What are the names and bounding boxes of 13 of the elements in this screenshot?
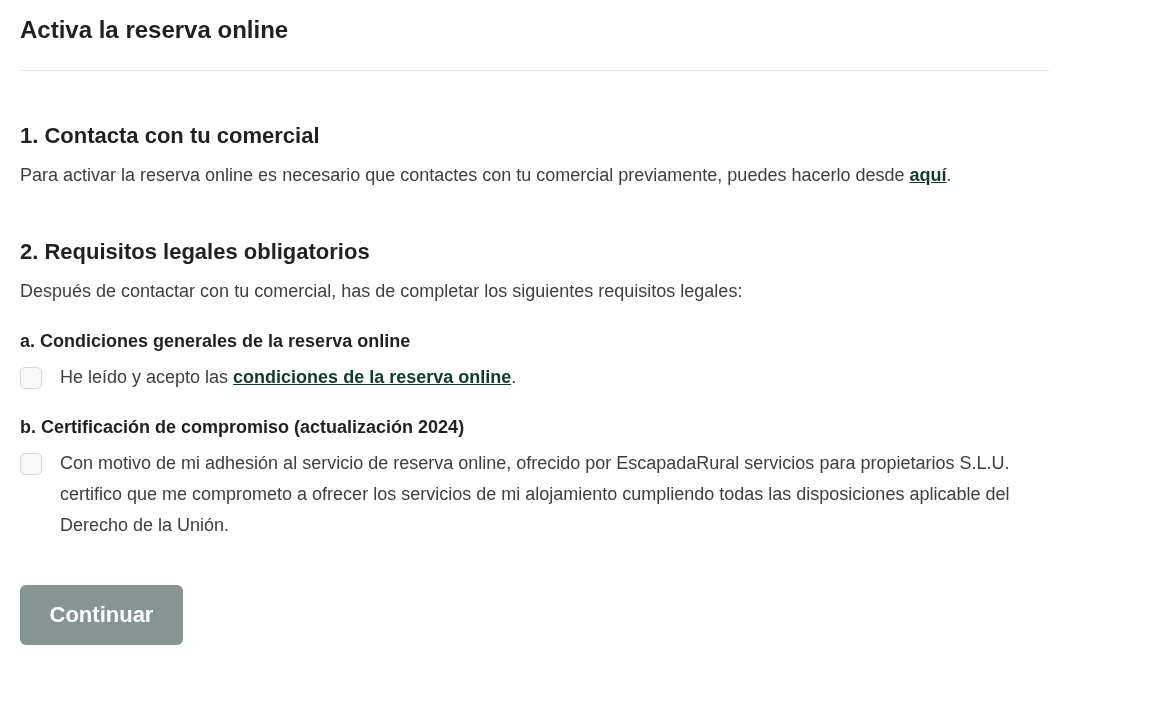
contact-link[interactable]: aquí	[909, 165, 947, 185]
intro-text: Después de contactar con tu comercial, has de completar los siguientes requisitos legales:	[20, 280, 744, 303]
requirement-heading: b. Certificación de compromiso (actualización 2024)	[20, 417, 466, 438]
section-heading: 1. Contacta con tu comercial	[20, 123, 321, 149]
checkbox[interactable]	[20, 453, 42, 475]
section-heading: 2. Requisitos legales obligatorios	[20, 239, 371, 265]
instruction-text: Para activar la reserva online es necesario que contactes con tu comercial previamente, puedes hacerlo desde aquí.	[20, 164, 953, 187]
checkbox[interactable]	[20, 367, 42, 389]
requirement-heading: a. Condiciones generales de la reserva online	[20, 331, 412, 352]
checkbox-label: Con motivo de mi adhesión al servicio de reserva online, ofrecido por EscapadaRural servicios para propietarios S.L.U. certifico que me comprometo a ofrecer los servicios de mi alojamiento cumpliendo todas las disposiciones aplicable del Derecho de la Unión.	[60, 452, 1011, 537]
page-title: Activa la reserva online	[20, 0, 1049, 71]
conditions-link[interactable]: condiciones de la reserva online	[233, 367, 512, 387]
checkbox-label: He leído y acepto las condiciones de la reserva online.	[60, 366, 517, 389]
